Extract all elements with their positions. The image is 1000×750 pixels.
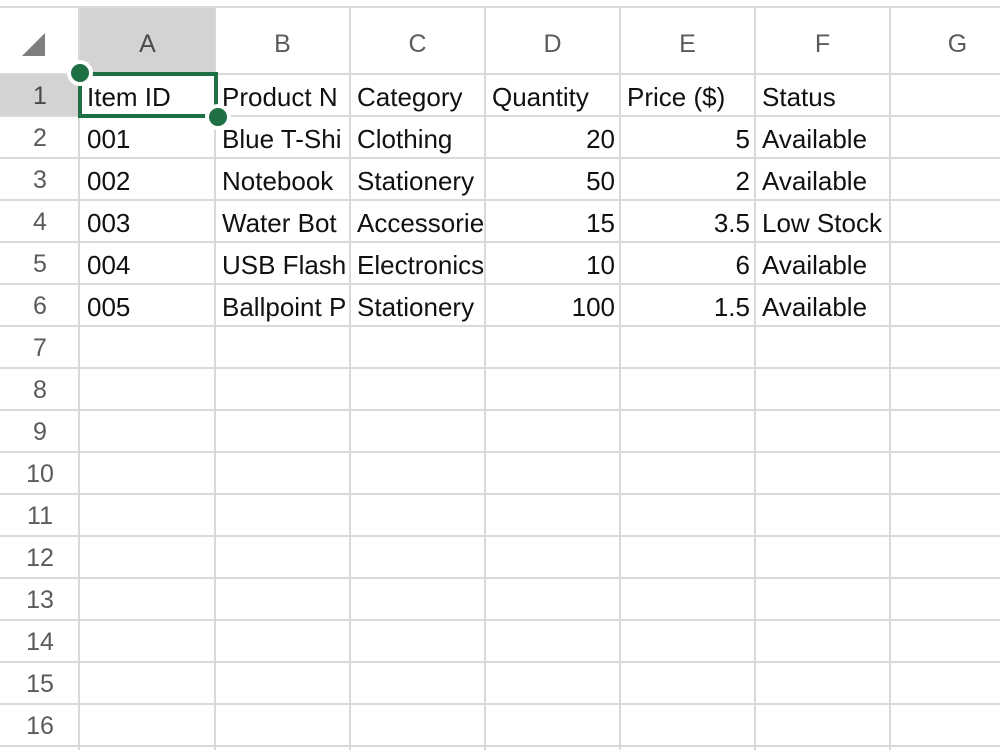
spreadsheet-grid[interactable]: A B C D E F G 1 2 3 4 5 6 7 8 9 10 11 12…: [0, 0, 1000, 750]
gridline-h-13: [0, 619, 1000, 621]
cell-b6[interactable]: Ballpoint P: [215, 285, 350, 327]
cell-e4[interactable]: 3.5: [620, 201, 755, 243]
cell-f1[interactable]: Status: [755, 75, 890, 117]
cell-f3[interactable]: Available: [755, 159, 890, 201]
row-header-6[interactable]: 6: [0, 285, 80, 327]
cell-a4[interactable]: 003: [80, 201, 215, 243]
gridline-h-6: [0, 325, 1000, 327]
row-header-3[interactable]: 3: [0, 159, 80, 201]
grid-top-line: [0, 6, 1000, 8]
row-header-7[interactable]: 7: [0, 327, 80, 369]
column-header-a[interactable]: A: [80, 8, 215, 75]
selection-fill-handle[interactable]: [205, 104, 231, 130]
column-header-c[interactable]: C: [350, 8, 485, 75]
row-header-2[interactable]: 2: [0, 117, 80, 159]
cell-e6[interactable]: 1.5: [620, 285, 755, 327]
gridline-v-d: [484, 6, 486, 750]
cell-d2[interactable]: 20: [485, 117, 620, 159]
column-header-d[interactable]: D: [485, 8, 620, 75]
gridline-h-2: [0, 157, 1000, 159]
cell-f6[interactable]: Available: [755, 285, 890, 327]
cell-c5[interactable]: Electronics: [350, 243, 485, 285]
column-header-f[interactable]: F: [755, 8, 890, 75]
row-header-12[interactable]: 12: [0, 537, 80, 579]
cell-a3[interactable]: 002: [80, 159, 215, 201]
cell-e2[interactable]: 5: [620, 117, 755, 159]
row-header-8[interactable]: 8: [0, 369, 80, 411]
row-header-5[interactable]: 5: [0, 243, 80, 285]
row-header-1[interactable]: 1: [0, 75, 80, 117]
select-all-icon: [22, 33, 45, 56]
row-header-15[interactable]: 15: [0, 663, 80, 705]
gridline-v-g: [889, 6, 891, 750]
gridline-h-16: [0, 745, 1000, 747]
cell-c3[interactable]: Stationery: [350, 159, 485, 201]
row-header-4[interactable]: 4: [0, 201, 80, 243]
cell-b2[interactable]: Blue T-Shi: [215, 117, 350, 159]
gridline-h-9: [0, 451, 1000, 453]
gridline-h-3: [0, 199, 1000, 201]
column-header-b[interactable]: B: [215, 8, 350, 75]
cell-f5[interactable]: Available: [755, 243, 890, 285]
gridline-v-f: [754, 6, 756, 750]
cell-a5[interactable]: 004: [80, 243, 215, 285]
cell-e5[interactable]: 6: [620, 243, 755, 285]
cell-e3[interactable]: 2: [620, 159, 755, 201]
gridline-h-11: [0, 535, 1000, 537]
cell-c6[interactable]: Stationery: [350, 285, 485, 327]
column-header-e[interactable]: E: [620, 8, 755, 75]
cell-d3[interactable]: 50: [485, 159, 620, 201]
row-header-10[interactable]: 10: [0, 453, 80, 495]
cell-a1[interactable]: Item ID: [80, 75, 215, 117]
row-header-14[interactable]: 14: [0, 621, 80, 663]
column-header-g[interactable]: G: [890, 8, 1000, 75]
gridline-h-14: [0, 661, 1000, 663]
gridline-h-15: [0, 703, 1000, 705]
gridline-h-7: [0, 367, 1000, 369]
cell-b1[interactable]: Product N: [215, 75, 350, 117]
cell-f2[interactable]: Available: [755, 117, 890, 159]
cell-d5[interactable]: 10: [485, 243, 620, 285]
select-all-corner[interactable]: [0, 0, 80, 75]
cell-c2[interactable]: Clothing: [350, 117, 485, 159]
selection-start-handle[interactable]: [67, 60, 93, 86]
gridline-h-header: [0, 73, 1000, 75]
cell-f4[interactable]: Low Stock: [755, 201, 890, 243]
cell-b4[interactable]: Water Bot: [215, 201, 350, 243]
cell-d1[interactable]: Quantity: [485, 75, 620, 117]
gridline-h-12: [0, 577, 1000, 579]
cell-b3[interactable]: Notebook: [215, 159, 350, 201]
gridline-h-10: [0, 493, 1000, 495]
cell-b5[interactable]: USB Flash: [215, 243, 350, 285]
cell-d6[interactable]: 100: [485, 285, 620, 327]
cell-a2[interactable]: 001: [80, 117, 215, 159]
gridline-v-a: [78, 6, 80, 750]
gridline-h-4: [0, 241, 1000, 243]
gridline-h-8: [0, 409, 1000, 411]
cell-d4[interactable]: 15: [485, 201, 620, 243]
row-header-11[interactable]: 11: [0, 495, 80, 537]
row-header-13[interactable]: 13: [0, 579, 80, 621]
cell-c1[interactable]: Category: [350, 75, 485, 117]
cell-c4[interactable]: Accessorie: [350, 201, 485, 243]
row-header-16[interactable]: 16: [0, 705, 80, 747]
gridline-h-1: [0, 115, 1000, 117]
gridline-v-c: [349, 6, 351, 750]
gridline-h-5: [0, 283, 1000, 285]
row-header-9[interactable]: 9: [0, 411, 80, 453]
cell-e1[interactable]: Price ($): [620, 75, 755, 117]
cell-a6[interactable]: 005: [80, 285, 215, 327]
gridline-v-e: [619, 6, 621, 750]
